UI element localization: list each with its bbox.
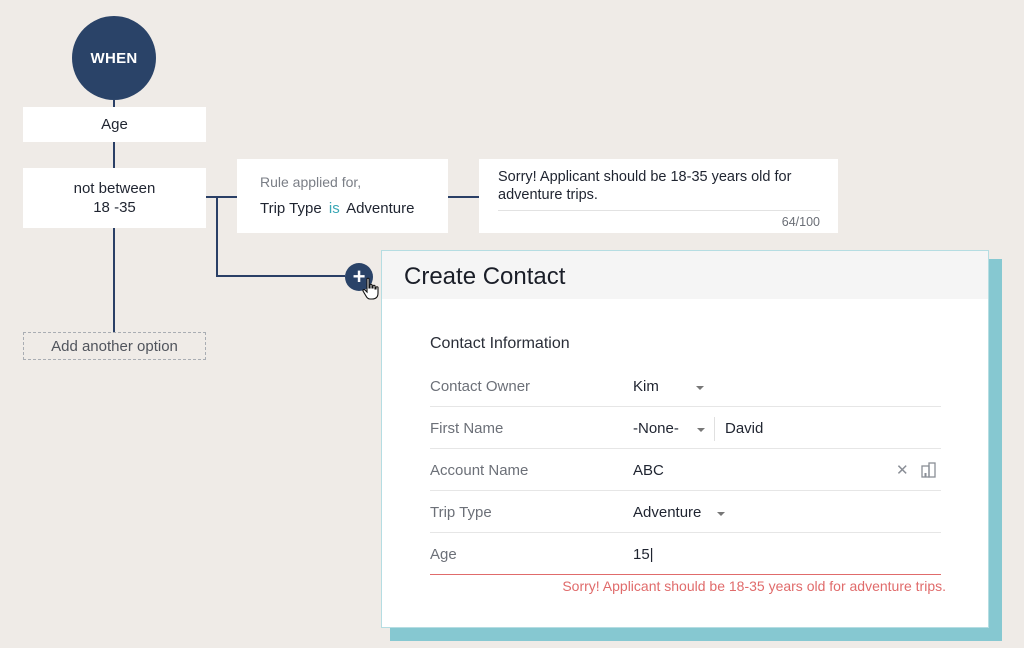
field-separator bbox=[714, 417, 715, 441]
character-count: 64/100 bbox=[781, 215, 820, 229]
connector-line bbox=[113, 228, 115, 332]
field-node-label: Age bbox=[101, 116, 128, 133]
rule-operator: is bbox=[328, 200, 340, 217]
field-node[interactable]: Age bbox=[23, 107, 206, 142]
account-name-row: Account Name ABC ✕ bbox=[430, 449, 941, 491]
first-name-input[interactable]: David bbox=[725, 420, 763, 437]
age-error-message: Sorry! Applicant should be 18-35 years o… bbox=[562, 578, 946, 594]
when-node: WHEN bbox=[72, 16, 156, 100]
connector-line bbox=[113, 142, 115, 168]
add-another-option-button[interactable]: Add another option bbox=[23, 332, 206, 360]
message-divider bbox=[498, 210, 820, 211]
rule-field: Trip Type bbox=[260, 200, 322, 217]
connector-line bbox=[216, 196, 218, 276]
trip-type-label: Trip Type bbox=[430, 504, 492, 521]
first-name-row: First Name -None- David bbox=[430, 407, 941, 449]
rule-title: Rule applied for, bbox=[260, 174, 362, 190]
account-name-input[interactable]: ABC bbox=[633, 462, 664, 479]
contact-owner-label: Contact Owner bbox=[430, 378, 531, 395]
connector-line bbox=[448, 196, 479, 198]
rule-box[interactable]: Rule applied for, Trip Type is Adventure bbox=[237, 159, 448, 233]
age-row: Age 15| bbox=[430, 533, 941, 575]
connector-line bbox=[113, 100, 115, 107]
chevron-down-icon[interactable] bbox=[696, 386, 704, 390]
account-name-label: Account Name bbox=[430, 462, 529, 479]
form-title: Create Contact bbox=[382, 251, 988, 299]
message-textarea[interactable]: Sorry! Applicant should be 18-35 years o… bbox=[479, 159, 838, 233]
condition-node[interactable]: not between 18 -35 bbox=[23, 168, 206, 228]
rule-value: Adventure bbox=[346, 200, 415, 217]
contact-owner-select[interactable]: Kim bbox=[633, 378, 659, 395]
when-label: WHEN bbox=[90, 49, 138, 67]
salutation-select[interactable]: -None- bbox=[633, 420, 679, 437]
first-name-label: First Name bbox=[430, 420, 504, 437]
section-title: Contact Information bbox=[430, 335, 570, 352]
age-label: Age bbox=[430, 546, 457, 563]
trip-type-row: Trip Type Adventure bbox=[430, 491, 941, 533]
rule-condition: Trip Type is Adventure bbox=[260, 200, 448, 217]
condition-line-1: not between bbox=[73, 180, 156, 197]
condition-line-2: 18 -35 bbox=[93, 199, 136, 216]
message-text: Sorry! Applicant should be 18-35 years o… bbox=[498, 169, 792, 203]
chevron-down-icon[interactable] bbox=[697, 428, 705, 432]
hand-cursor-icon bbox=[362, 277, 379, 300]
chevron-down-icon[interactable] bbox=[717, 512, 725, 516]
lookup-icon[interactable] bbox=[920, 461, 938, 479]
trip-type-select[interactable]: Adventure bbox=[633, 504, 701, 521]
clear-icon[interactable]: ✕ bbox=[896, 463, 909, 478]
add-option-label: Add another option bbox=[51, 337, 178, 355]
age-input[interactable]: 15| bbox=[633, 546, 654, 563]
create-contact-form: Create Contact Contact Information Conta… bbox=[381, 250, 989, 628]
contact-owner-row: Contact Owner Kim bbox=[430, 365, 941, 407]
connector-line bbox=[206, 196, 237, 198]
connector-line bbox=[216, 275, 345, 277]
